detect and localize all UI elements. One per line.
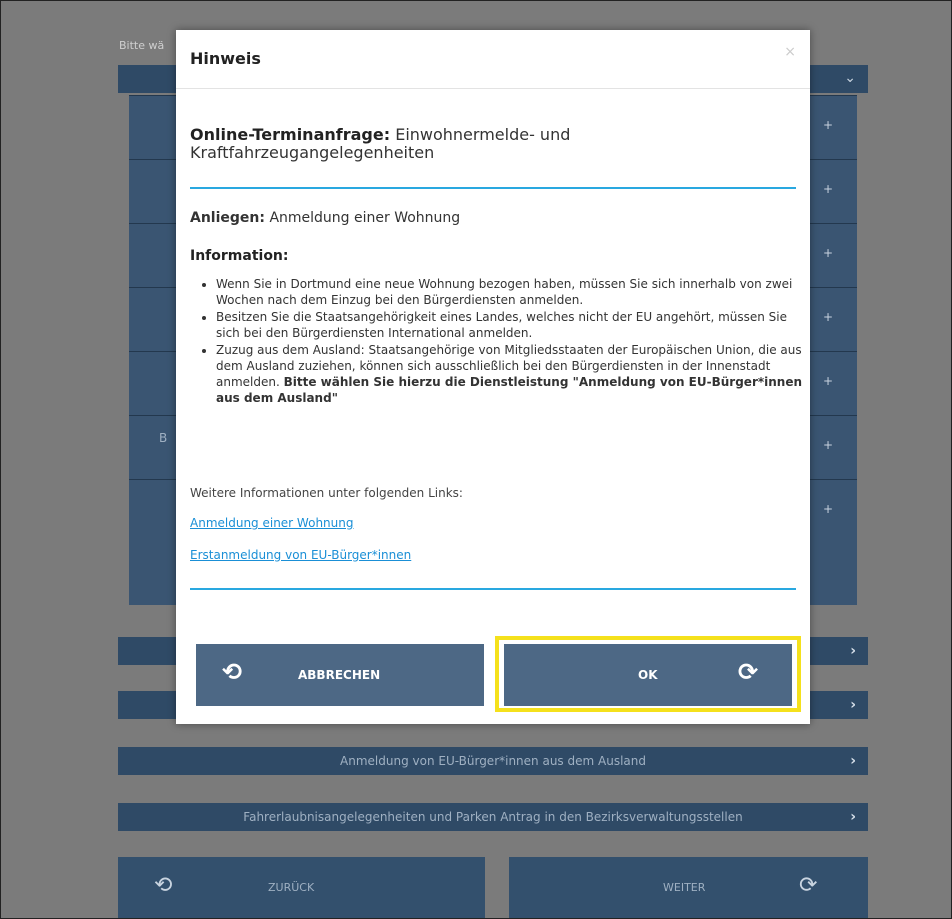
- bullet-bold-text: Bitte wählen Sie hierzu die Dienstleistu…: [216, 375, 803, 405]
- list-item: Wenn Sie in Dortmund eine neue Wohnung b…: [216, 276, 802, 308]
- information-heading: Information:: [190, 248, 289, 264]
- link-registration[interactable]: Anmeldung einer Wohnung: [190, 516, 353, 530]
- category-bar-label: Fahrerlaubnisangelegenheiten und Parken …: [243, 810, 743, 824]
- more-info-text: Weitere Informationen unter folgenden Li…: [190, 486, 463, 500]
- plus-icon: +: [822, 502, 833, 516]
- information-list: Wenn Sie in Dortmund eine neue Wohnung b…: [202, 276, 802, 407]
- arrow-back-circle-icon: ⟲: [154, 873, 173, 898]
- arrow-back-circle-icon: ⟲: [222, 658, 243, 686]
- service-prefix: Online-Terminanfrage:: [190, 125, 391, 144]
- dialog-title: Hinweis: [190, 49, 261, 68]
- list-item: Besitzen Sie die Staatsangehörigkeit ein…: [216, 309, 802, 341]
- concern-line: Anliegen: Anmeldung einer Wohnung: [190, 210, 460, 226]
- plus-icon: +: [822, 118, 833, 132]
- cancel-button-label: ABBRECHEN: [298, 668, 381, 682]
- cancel-button[interactable]: ⟲ ABBRECHEN: [196, 644, 484, 706]
- side-label: B: [159, 431, 168, 445]
- link-eu-first-registration[interactable]: Erstanmeldung von EU-Bürger*innen: [190, 548, 411, 562]
- category-bar-eu-registration[interactable]: Anmeldung von EU-Bürger*innen aus dem Au…: [118, 747, 868, 775]
- next-button-label: WEITER: [663, 881, 706, 894]
- close-icon[interactable]: ×: [784, 44, 796, 60]
- category-bar-label: Anmeldung von EU-Bürger*innen aus dem Au…: [340, 754, 646, 768]
- category-bar-driving-license[interactable]: Fahrerlaubnisangelegenheiten und Parken …: [118, 803, 868, 831]
- plus-icon: +: [822, 310, 833, 324]
- notice-dialog: Hinweis × Online-Terminanfrage: Einwohne…: [176, 30, 810, 724]
- service-heading: Online-Terminanfrage: Einwohnermelde- un…: [190, 126, 796, 162]
- divider: [190, 187, 796, 189]
- chevron-right-icon: ›: [850, 809, 856, 825]
- ok-button-label: OK: [638, 668, 658, 682]
- arrow-forward-circle-icon: ⟳: [738, 658, 759, 686]
- chevron-down-icon: ⌄: [844, 70, 856, 86]
- list-item: Zuzug aus dem Ausland: Staatsangehörige …: [216, 342, 802, 406]
- concern-text: Anmeldung einer Wohnung: [269, 210, 461, 226]
- plus-icon: +: [822, 182, 833, 196]
- prompt-label: Bitte wä: [119, 39, 165, 52]
- plus-icon: +: [822, 374, 833, 388]
- concern-prefix: Anliegen:: [190, 210, 265, 226]
- divider: [190, 588, 796, 590]
- chevron-right-icon: ›: [850, 697, 856, 713]
- dialog-header: Hinweis ×: [176, 30, 810, 89]
- back-button-label: ZURÜCK: [268, 881, 315, 894]
- chevron-right-icon: ›: [850, 643, 856, 659]
- chevron-right-icon: ›: [850, 753, 856, 769]
- arrow-forward-circle-icon: ⟳: [799, 873, 818, 898]
- plus-icon: +: [822, 246, 833, 260]
- back-button[interactable]: ⟲ ZURÜCK: [118, 857, 485, 918]
- plus-icon: +: [822, 438, 833, 452]
- next-button[interactable]: WEITER ⟳: [509, 857, 868, 918]
- ok-button[interactable]: OK ⟳: [504, 644, 792, 706]
